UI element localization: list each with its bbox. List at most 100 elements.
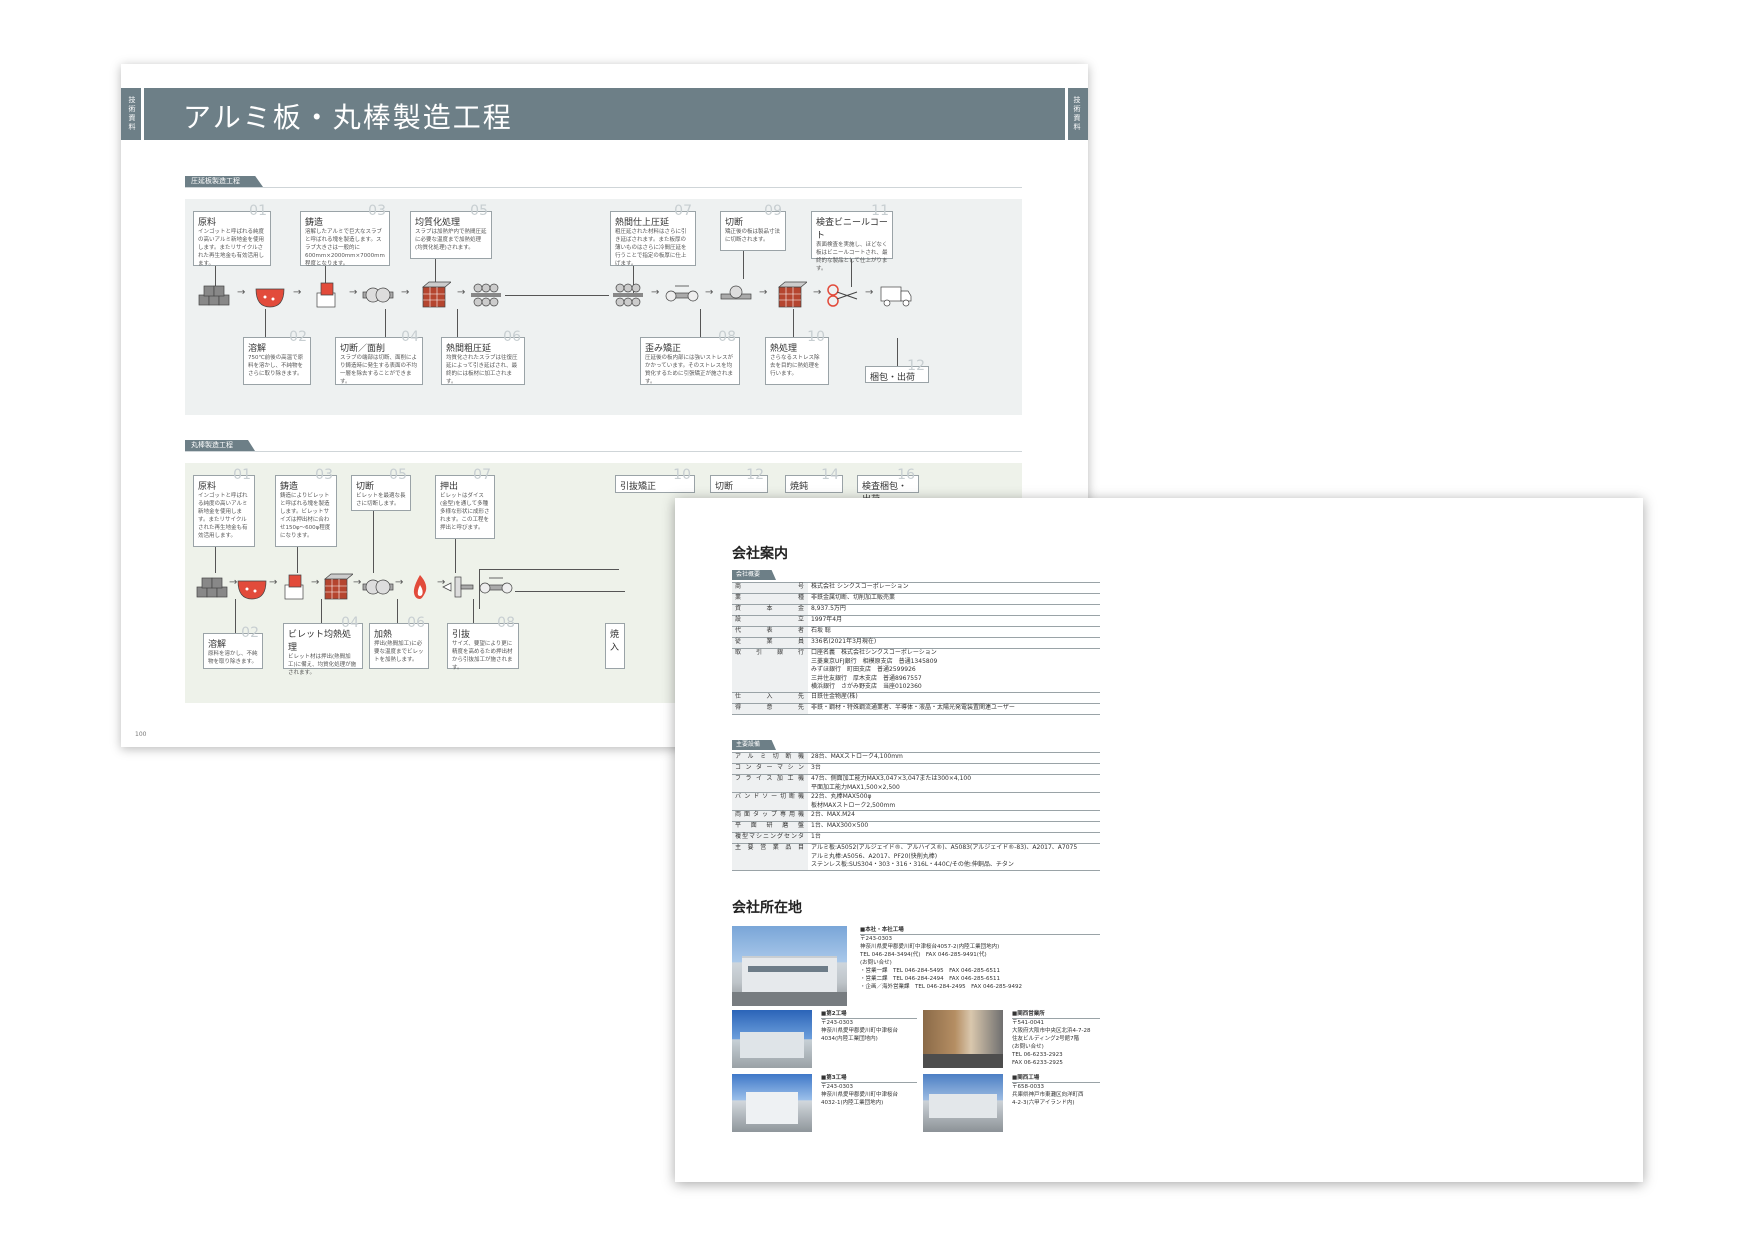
value-line: 1台、MAX300×500	[811, 822, 869, 829]
process-scissors-icon	[825, 281, 859, 309]
flow-line	[479, 569, 619, 570]
process-flame-icon	[403, 573, 437, 601]
side-tag-right: 技術資料	[1073, 96, 1081, 131]
plate-section-label: 圧延板製造工程	[185, 176, 263, 187]
row-value: 非鉄金属切断、切削加工販売業	[808, 593, 1100, 605]
step-desc: インゴットと呼ばれる純度の高いアルミ新地金を使用します。またリサイクルされた再生…	[198, 493, 248, 539]
value-line: 非鉄・鋼材・特殊鋼流通業者、半導体・液晶・太陽光発電装置関連ユーザー	[811, 703, 1015, 711]
process-extrude-icon	[441, 573, 475, 601]
location-line: (お問い合せ)	[1012, 1044, 1044, 1050]
value-line: 1997年4月	[811, 616, 843, 623]
flow-line	[515, 591, 625, 592]
step-number: 14	[821, 467, 839, 483]
bar-step-top-12: 12 切断	[710, 467, 768, 493]
connector-line	[793, 309, 794, 337]
value-line: アルミ丸棒:A5056、A2017、PF20(快削丸棒)	[811, 852, 938, 860]
bar-step-bottom-08: 08 引抜 サイズ、要望により更に精度を高めるため押出材から引抜加工が施されます。	[447, 615, 519, 671]
row-key: 業種	[732, 593, 808, 605]
table-row: 両面タップ専用機 2台、MAX.M24	[732, 810, 1100, 822]
location-factory3: ■第3工場 〒243-0303 神奈川県愛甲郡愛川町中津桜台 4032-1(内陸工業団…	[821, 1074, 917, 1107]
step-desc: 押出(熱間加工)に必要な温度までビレットを加熱します。	[374, 641, 424, 663]
row-key: 平面研磨盤	[732, 821, 808, 833]
value-line: 平面加工能力MAX1,500×2,500	[811, 783, 900, 791]
step-number: 02	[289, 329, 307, 345]
row-key: コンターマシン	[732, 763, 808, 775]
row-key: 主要営業品目	[732, 843, 808, 871]
process-melt-icon	[235, 573, 269, 601]
table-row: 従業員 336名(2021年3月現在)	[732, 637, 1100, 649]
company-title: 会社案内	[732, 546, 788, 562]
flow-arrow-icon: →	[651, 287, 660, 298]
value-line: 株式会社 シンクスコーポレーション	[811, 583, 909, 590]
connector-line	[235, 599, 236, 633]
value-line: 47台、側面加工能力MAX3,047×3,047または300×4,100	[811, 775, 972, 782]
plate-step-bottom-02: 02 溶解 750℃前後の高温で原料を溶かし、不純物をさらに取り除きます。	[243, 329, 311, 385]
step-number: 04	[341, 615, 359, 631]
connector-line	[373, 511, 374, 573]
row-value: 336名(2021年3月現在)	[808, 637, 1100, 649]
process-furnace-icon	[773, 281, 808, 309]
table-row: 得意先 非鉄・鋼材・特殊鋼流通業者、半導体・液晶・太陽光発電装置関連ユーザー	[732, 702, 1100, 715]
row-value: 1台	[808, 832, 1100, 844]
connector-line	[321, 599, 322, 623]
process-melt-icon	[253, 281, 287, 309]
row-key: バンドソー切断機	[732, 792, 808, 811]
table-row: フライス加工機 47台、側面加工能力MAX3,047×3,047または300×4,…	[732, 774, 1100, 793]
connector-line	[297, 547, 298, 573]
company-page: 会社案内 会社概要 商号 株式会社 シンクスコーポレーション 業種 非鉄金属切断、切削…	[675, 498, 1643, 1182]
step-number: 03	[315, 467, 333, 483]
page-title: アルミ板・丸棒製造工程	[183, 101, 513, 134]
side-tag-left: 技術資料	[128, 96, 136, 131]
header-divider-left	[141, 88, 144, 140]
location-line: 〒658-0033	[1012, 1084, 1044, 1090]
process-cut-icon	[719, 281, 753, 309]
step-desc: サイズ、要望により更に精度を高めるため押出材から引抜加工が施されます。	[452, 641, 513, 671]
row-value: 1台、MAX300×500	[808, 821, 1100, 833]
location-line: TEL 06-6233-2923	[1012, 1052, 1063, 1058]
bar-section-label: 丸棒製造工程	[185, 440, 255, 451]
flow-arrow-icon: →	[401, 287, 410, 298]
value-line: 22台、丸棒MAX500φ	[811, 793, 872, 800]
table-row: 取引銀行 口座名義 株式会社シンクスコーポレーション 三菱東京UFJ銀行 相模原支店…	[732, 648, 1100, 692]
flow-arrow-icon: →	[705, 287, 714, 298]
value-line: 横浜銀行 さがみ野支店 当座0102360	[811, 683, 922, 690]
row-value: 株式会社 シンクスコーポレーション	[808, 582, 1100, 594]
plate-step-top-07: 07 熱間仕上圧延 粗圧延された材料はさらに引き延ばされます。また板厚の薄いものはさ…	[610, 203, 696, 267]
header-divider-right	[1065, 88, 1068, 140]
bar-step-bottom-06: 06 加熱 押出(熱間加工)に必要な温度までビレットを加熱します。	[369, 615, 429, 669]
plate-step-top-01: 01 原料 インゴットと呼ばれる純度の高いアルミ新地金を使用します。またリサイクルさ…	[193, 203, 271, 267]
step-number: 09	[764, 203, 782, 219]
table-row: 資本金 8,937.5万円	[732, 604, 1100, 616]
location-name: ■関西工場	[1012, 1074, 1100, 1083]
location-line: 〒541-0041	[1012, 1020, 1044, 1026]
row-value: 口座名義 株式会社シンクスコーポレーション 三菱東京UFJ銀行 相模原支店 普通1…	[808, 648, 1100, 692]
step-desc: スラブは加熱炉内で熱間圧延に必要な温度まで加熱処理(均質化処理)されます。	[415, 229, 487, 251]
process-stretch-icon	[479, 573, 513, 601]
step-desc: 粗圧延された材料はさらに引き延ばされます。また板厚の薄いものはさらに冷間圧延を行…	[615, 229, 687, 267]
row-value: 22台、丸棒MAX500φ 板材MAXストローク2,500mm	[808, 792, 1100, 811]
value-line: 三菱東京UFJ銀行 相模原支店 普通1345809	[811, 657, 938, 665]
value-line: 三井住友銀行 厚木支店 普通8967557	[811, 674, 922, 682]
row-key: 複型マシニングセンタ	[732, 832, 808, 844]
location-factory2: ■第2工場 〒243-0303 神奈川県愛甲郡愛川町中津桜台 4034(内陸工業団地内…	[821, 1010, 917, 1043]
step-number: 05	[470, 203, 488, 219]
plate-step-bottom-10: 10 熱処理 さらなるストレス除去を目的に熱処理を行います。	[765, 329, 829, 385]
row-key: 代表者	[732, 626, 808, 638]
bar-step-top-07: 07 押出 ビレットはダイス(金型)を通して多種多様な形状に成形されます。この工程を…	[435, 467, 495, 539]
step-desc: 原料を溶かし、不純物を取り除きます。	[208, 651, 258, 665]
flow-arrow-icon: →	[865, 287, 874, 298]
bar-step-bottom-02: 02 溶解 原料を溶かし、不純物を取り除きます。	[203, 625, 263, 669]
value-line: 28台、MAXストローク4,100mm	[811, 753, 903, 760]
step-number: 06	[407, 615, 425, 631]
table-row: 平面研磨盤 1台、MAX300×500	[732, 821, 1100, 833]
process-ingot-icon	[197, 281, 231, 309]
location-line: 住友ビルディング2号館7階	[1012, 1036, 1080, 1042]
plate-step-bottom-12: 12 梱包・出荷	[865, 358, 929, 383]
location-line: 〒243-0303	[821, 1020, 853, 1026]
connector-line	[265, 309, 266, 337]
flow-arrow-icon: →	[813, 287, 822, 298]
bar-step-bottom-q: 焼入	[605, 623, 625, 669]
plate-step-top-05: 05 均質化処理 スラブは加熱炉内で熱間圧延に必要な温度まで加熱処理(均質化処理)さ…	[410, 203, 492, 259]
location-kansai-factory: ■関西工場 〒658-0033 兵庫県神戸市東灘区向洋町西 4-2-3(六甲アイランド…	[1012, 1074, 1100, 1107]
value-line: ステンレス板:SUS304・303・316・316L・440C/その他:伸銅品、…	[811, 861, 1014, 868]
